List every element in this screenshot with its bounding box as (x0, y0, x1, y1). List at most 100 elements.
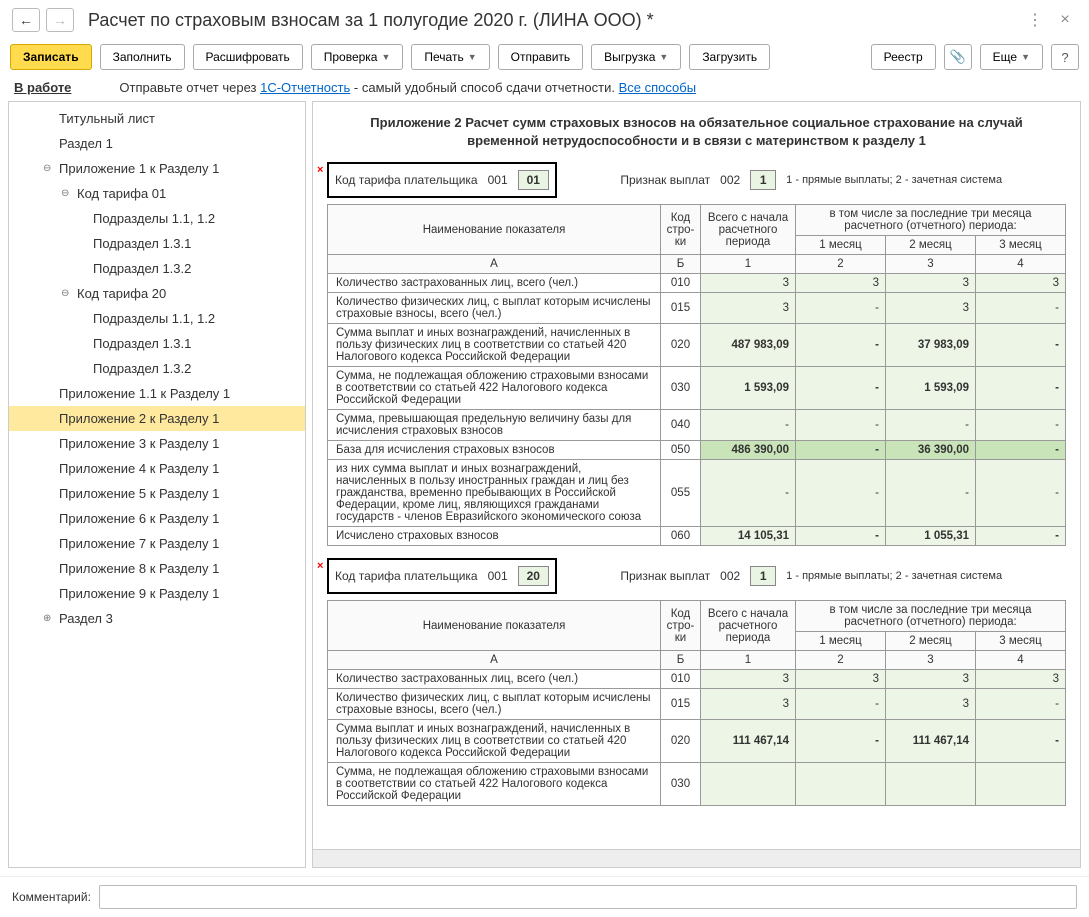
tree-item[interactable]: Подраздел 1.3.2 (9, 256, 305, 281)
tree-item[interactable]: ⊖Код тарифа 01 (9, 181, 305, 206)
cell-value[interactable]: - (976, 293, 1066, 324)
cell-value[interactable]: - (976, 460, 1066, 527)
tree-item[interactable]: Титульный лист (9, 106, 305, 131)
tree-item[interactable]: Подраздел 1.3.1 (9, 231, 305, 256)
cell-value[interactable]: 3 (886, 274, 976, 293)
cell-value[interactable]: - (886, 460, 976, 527)
tree-item[interactable]: Приложение 9 к Разделу 1 (9, 581, 305, 606)
status-badge[interactable]: В работе (14, 80, 71, 95)
attach-icon[interactable]: 📎 (944, 44, 972, 70)
send-button[interactable]: Отправить (498, 44, 584, 70)
cell-value[interactable]: 1 593,09 (701, 367, 796, 410)
cell-value[interactable]: 3 (701, 274, 796, 293)
tariff-code-2[interactable]: 20 (518, 566, 549, 586)
print-button[interactable]: Печать▼ (411, 44, 489, 70)
comment-input[interactable] (99, 885, 1077, 909)
cell-value[interactable]: 3 (886, 689, 976, 720)
tree-item[interactable]: Приложение 7 к Разделу 1 (9, 531, 305, 556)
cell-value[interactable] (796, 763, 886, 806)
load-button[interactable]: Загрузить (689, 44, 770, 70)
cell-value[interactable]: - (976, 441, 1066, 460)
tree-toggle-icon[interactable]: ⊖ (61, 188, 73, 199)
more-button[interactable]: Еще▼ (980, 44, 1043, 70)
cell-value[interactable]: - (976, 689, 1066, 720)
cell-value[interactable]: - (796, 720, 886, 763)
cell-value[interactable] (701, 763, 796, 806)
cell-value[interactable]: - (976, 367, 1066, 410)
cell-value[interactable]: 111 467,14 (701, 720, 796, 763)
horizontal-scrollbar[interactable] (313, 849, 1080, 867)
sign-value[interactable]: 1 (750, 170, 776, 190)
row-code: 030 (661, 763, 701, 806)
cell-value[interactable]: 37 983,09 (886, 324, 976, 367)
registry-button[interactable]: Реестр (871, 44, 936, 70)
tree-item[interactable]: Подраздел 1.3.2 (9, 356, 305, 381)
tree-item[interactable]: Приложение 8 к Разделу 1 (9, 556, 305, 581)
cell-value[interactable]: 486 390,00 (701, 441, 796, 460)
tree-item[interactable]: Приложение 2 к Разделу 1 (9, 406, 305, 431)
fill-button[interactable]: Заполнить (100, 44, 185, 70)
cell-value[interactable]: - (976, 720, 1066, 763)
tree-toggle-icon[interactable]: ⊖ (61, 288, 73, 299)
cell-value[interactable]: - (796, 441, 886, 460)
tree-item[interactable]: Подраздел 1.3.1 (9, 331, 305, 356)
cell-value[interactable]: 1 593,09 (886, 367, 976, 410)
tree-item[interactable]: ⊕Раздел 3 (9, 606, 305, 631)
cell-value[interactable]: - (701, 410, 796, 441)
cell-value[interactable]: - (886, 410, 976, 441)
link-all-methods[interactable]: Все способы (619, 80, 696, 95)
help-icon[interactable]: ? (1051, 44, 1079, 70)
tree-item[interactable]: Приложение 1.1 к Разделу 1 (9, 381, 305, 406)
decode-button[interactable]: Расшифровать (193, 44, 303, 70)
cell-value[interactable]: 3 (886, 293, 976, 324)
cell-value[interactable]: - (796, 689, 886, 720)
menu-icon[interactable]: ⋮ (1023, 8, 1047, 32)
cell-value[interactable]: - (796, 293, 886, 324)
close-icon[interactable]: × (1053, 8, 1077, 32)
cell-value[interactable]: - (796, 410, 886, 441)
cell-value[interactable]: 3 (701, 670, 796, 689)
cell-value[interactable] (976, 763, 1066, 806)
export-button[interactable]: Выгрузка▼ (591, 44, 681, 70)
cell-value[interactable]: - (976, 324, 1066, 367)
tariff-row-1: Код тарифа плательщика 001 01 (327, 162, 557, 198)
cell-value[interactable]: 3 (701, 689, 796, 720)
cell-value[interactable]: 3 (796, 274, 886, 293)
tariff-code-1[interactable]: 01 (518, 170, 549, 190)
save-button[interactable]: Записать (10, 44, 92, 70)
cell-value[interactable]: - (976, 527, 1066, 546)
cell-value[interactable]: 1 055,31 (886, 527, 976, 546)
cell-value[interactable]: - (796, 527, 886, 546)
cell-value[interactable]: - (796, 460, 886, 527)
tree-item[interactable]: Подразделы 1.1, 1.2 (9, 206, 305, 231)
cell-value[interactable]: 14 105,31 (701, 527, 796, 546)
tree-item[interactable]: Раздел 1 (9, 131, 305, 156)
tree-toggle-icon[interactable]: ⊖ (43, 163, 55, 174)
tree-item[interactable]: ⊖Код тарифа 20 (9, 281, 305, 306)
tree-item[interactable]: Приложение 4 к Разделу 1 (9, 456, 305, 481)
cell-value[interactable]: 36 390,00 (886, 441, 976, 460)
cell-value[interactable]: 3 (701, 293, 796, 324)
cell-value[interactable]: 3 (976, 274, 1066, 293)
cell-value[interactable] (886, 763, 976, 806)
cell-value[interactable]: - (701, 460, 796, 527)
tree-toggle-icon[interactable]: ⊕ (43, 613, 55, 624)
cell-value[interactable]: 3 (976, 670, 1066, 689)
tree-item[interactable]: Приложение 6 к Разделу 1 (9, 506, 305, 531)
nav-back-button[interactable]: ← (12, 8, 40, 32)
tree-item[interactable]: ⊖Приложение 1 к Разделу 1 (9, 156, 305, 181)
nav-forward-button[interactable]: → (46, 8, 74, 32)
sign-value[interactable]: 1 (750, 566, 776, 586)
tree-item[interactable]: Приложение 5 к Разделу 1 (9, 481, 305, 506)
cell-value[interactable]: - (976, 410, 1066, 441)
cell-value[interactable]: 3 (796, 670, 886, 689)
cell-value[interactable]: - (796, 367, 886, 410)
cell-value[interactable]: 111 467,14 (886, 720, 976, 763)
tree-item[interactable]: Подразделы 1.1, 1.2 (9, 306, 305, 331)
cell-value[interactable]: 487 983,09 (701, 324, 796, 367)
cell-value[interactable]: 3 (886, 670, 976, 689)
cell-value[interactable]: - (796, 324, 886, 367)
tree-item[interactable]: Приложение 3 к Разделу 1 (9, 431, 305, 456)
link-1c[interactable]: 1С-Отчетность (260, 80, 350, 95)
check-button[interactable]: Проверка▼ (311, 44, 404, 70)
